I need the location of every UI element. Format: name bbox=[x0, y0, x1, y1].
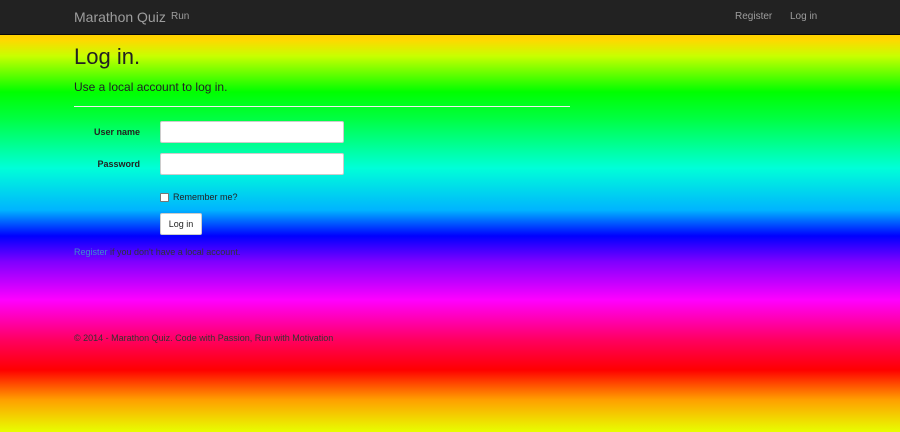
navbar: Marathon Quiz Run Register Log in bbox=[0, 0, 900, 35]
brand-link[interactable]: Marathon Quiz bbox=[74, 9, 166, 25]
username-label: User name bbox=[93, 127, 140, 137]
password-input[interactable] bbox=[160, 153, 344, 175]
register-prompt-text: if you don't have a local account. bbox=[107, 247, 241, 257]
page-subtitle: Use a local account to log in. bbox=[74, 80, 228, 94]
log-in-button[interactable]: Log in bbox=[160, 213, 202, 235]
nav-link-log-in[interactable]: Log in bbox=[790, 11, 817, 22]
divider bbox=[74, 106, 570, 107]
register-link[interactable]: Register bbox=[74, 247, 108, 257]
username-input[interactable] bbox=[160, 121, 344, 143]
nav-link-register[interactable]: Register bbox=[735, 11, 772, 22]
remember-me-checkbox[interactable] bbox=[160, 193, 169, 202]
password-label: Password bbox=[97, 159, 140, 169]
register-prompt: Register if you don't have a local accou… bbox=[74, 247, 240, 257]
page-title: Log in. bbox=[74, 44, 141, 69]
nav-link-run[interactable]: Run bbox=[171, 11, 189, 22]
remember-me-label[interactable]: Remember me? bbox=[173, 192, 238, 202]
footer-text: © 2014 - Marathon Quiz. Code with Passio… bbox=[74, 333, 334, 343]
